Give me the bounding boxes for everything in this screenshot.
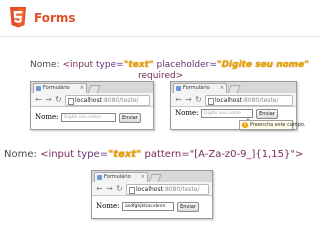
tab-bar: Formulário ×: [31, 82, 153, 94]
back-arrow-icon[interactable]: ←: [95, 184, 104, 193]
page-favicon-icon: [176, 86, 181, 91]
page-content: Nome: asdfghjklzxcvbnm Enviar: [92, 196, 212, 218]
submit-button[interactable]: Enviar: [119, 112, 141, 123]
close-tab-icon[interactable]: ×: [220, 84, 224, 93]
code-tag: <input: [62, 60, 94, 70]
header-divider: [0, 36, 320, 37]
code-type-attr: type=: [96, 60, 124, 70]
forward-arrow-icon[interactable]: →: [44, 95, 53, 104]
browser-window-pattern: Formulário × ← → ↻ localhost:8080/teste/…: [91, 170, 213, 219]
address-host: localhost: [75, 97, 102, 104]
browser-tab[interactable]: Formulário ×: [33, 83, 87, 93]
name-input[interactable]: Digite seu nome: [61, 113, 116, 122]
code-label: Nome:: [4, 149, 37, 160]
warning-icon: !: [242, 122, 248, 128]
close-tab-icon[interactable]: ×: [141, 173, 145, 182]
reload-icon[interactable]: ↻: [194, 95, 203, 104]
address-path: :8080/teste/: [101, 97, 139, 104]
code-example-2: Nome: <input type="text" pattern="[A-Za-…: [4, 149, 303, 161]
page-content: Nome: Digite seu nome Enviar ! Preencha …: [171, 107, 306, 130]
address-host: localhost: [136, 186, 163, 193]
name-field-label: Nome:: [175, 109, 199, 117]
forward-arrow-icon[interactable]: →: [184, 95, 193, 104]
page-icon: [208, 98, 214, 105]
validation-tooltip: ! Preencha este campo.: [239, 118, 306, 130]
close-tab-icon[interactable]: ×: [80, 84, 84, 93]
code-placeholder-value: "Digite seu nome": [216, 60, 309, 70]
html5-logo-icon: [10, 7, 26, 28]
submit-button[interactable]: Enviar: [256, 108, 278, 119]
address-bar[interactable]: localhost:8080/teste/: [65, 95, 150, 106]
navigation-bar: ← → ↻ localhost:8080/teste/: [31, 93, 153, 107]
forward-arrow-icon[interactable]: →: [105, 184, 114, 193]
navigation-bar: ← → ↻ localhost:8080/teste/: [92, 182, 212, 196]
code-type-value: "text": [123, 60, 154, 70]
browser-tab[interactable]: Formulário ×: [173, 83, 227, 93]
tab-title: Formulário: [43, 85, 70, 91]
back-arrow-icon[interactable]: ←: [34, 95, 43, 104]
address-bar[interactable]: localhost:8080/teste/: [205, 95, 293, 106]
browser-tab[interactable]: Formulário ×: [94, 172, 148, 182]
page-content: Nome: Digite seu nome Enviar: [31, 107, 153, 129]
tooltip-message: Preencha este campo.: [250, 122, 306, 128]
tab-title: Formulário: [183, 85, 210, 91]
address-path: :8080/teste/: [162, 186, 200, 193]
code-type-attr: type=: [77, 149, 109, 160]
tab-title: Formulário: [104, 174, 131, 180]
address-path: :8080/teste/: [241, 97, 279, 104]
name-field-label: Nome:: [96, 202, 120, 210]
code-label: Nome:: [30, 60, 60, 70]
back-arrow-icon[interactable]: ←: [174, 95, 183, 104]
code-pattern-attr: pattern="[A-Za-z0-9_]{1,15}">: [144, 149, 304, 160]
slide-header: Forms: [0, 0, 320, 36]
code-tag: <input: [40, 149, 75, 160]
reload-icon[interactable]: ↻: [54, 95, 63, 104]
page-icon: [129, 187, 135, 194]
reload-icon[interactable]: ↻: [115, 184, 124, 193]
name-field-label: Nome:: [35, 113, 59, 121]
submit-button[interactable]: Enviar: [177, 201, 199, 212]
address-bar[interactable]: localhost:8080/teste/: [126, 184, 209, 195]
browser-window-placeholder: Formulário × ← → ↻ localhost:8080/teste/…: [30, 81, 154, 130]
address-host: localhost: [215, 97, 242, 104]
browser-window-required: Formulário × ← → ↻ localhost:8080/teste/…: [170, 81, 306, 130]
code-type-value: "text": [108, 149, 142, 160]
code-required-attr: required>: [138, 71, 184, 81]
tab-bar: Formulário ×: [92, 171, 212, 183]
page-title: Forms: [34, 11, 76, 25]
navigation-bar: ← → ↻ localhost:8080/teste/: [171, 93, 296, 107]
name-input[interactable]: Digite seu nome: [201, 109, 253, 118]
code-example-1: Nome: <input type="text" placeholder="Di…: [30, 60, 309, 71]
page-favicon-icon: [36, 86, 41, 91]
page-icon: [68, 98, 74, 105]
code-placeholder-attr: placeholder=: [156, 60, 217, 70]
name-input[interactable]: asdfghjklzxcvbnm: [122, 202, 174, 211]
page-favicon-icon: [97, 175, 102, 180]
tab-bar: Formulário ×: [171, 82, 296, 94]
tooltip-arrow: [245, 118, 251, 121]
